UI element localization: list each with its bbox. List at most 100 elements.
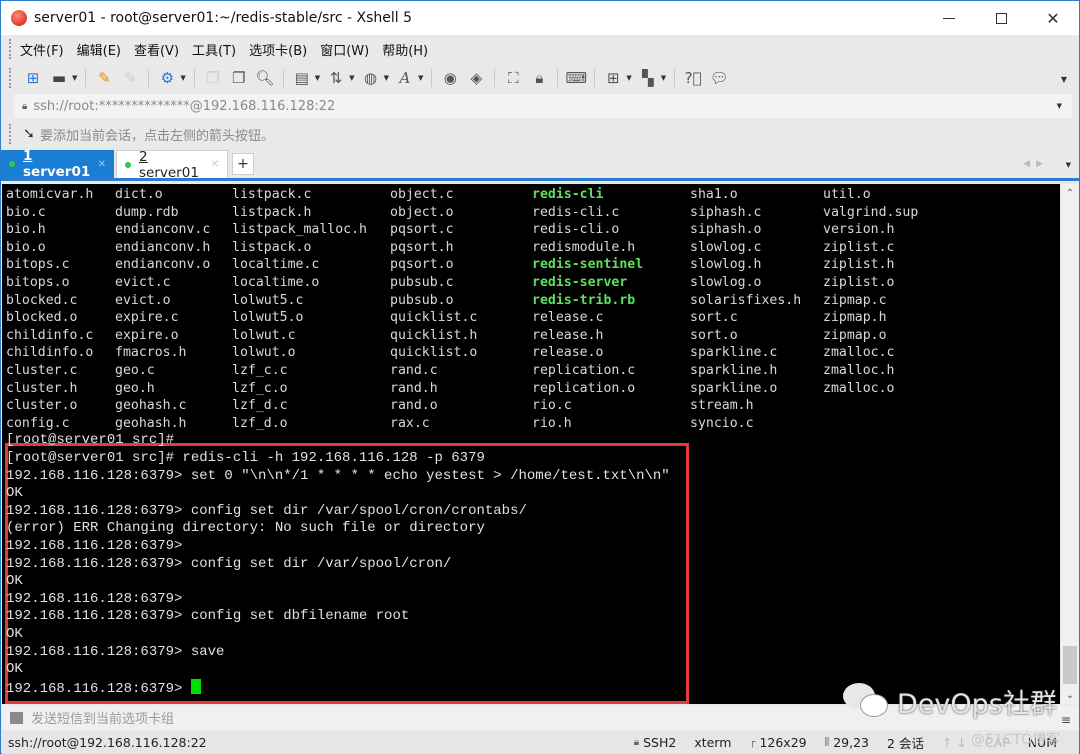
menu-tabs[interactable]: 选项卡(B) (249, 38, 307, 61)
tab-list-dropdown-icon[interactable]: ▼ (1066, 161, 1071, 169)
menu-view[interactable]: 查看(V) (134, 38, 179, 61)
tab-group-dropdown-icon[interactable]: ▼ (626, 74, 631, 82)
compose-menu-icon[interactable]: ≡ (1061, 713, 1071, 727)
menu-edit[interactable]: 编辑(E) (77, 38, 121, 61)
terminal-output[interactable]: atomicvar.h bio.c bio.h bio.o bitops.c bitops… (2, 184, 1060, 704)
compose-input[interactable]: 发送短信到当前选项卡组 (31, 708, 174, 727)
file-entry: lolwut.o (232, 345, 296, 361)
tab-close-icon[interactable]: ✕ (211, 159, 219, 170)
status-size: ┌ 126x29 (749, 735, 807, 750)
file-entry: ziplist.o (823, 275, 895, 290)
new-session-icon[interactable]: ⊞ (23, 68, 43, 88)
file-entry: release.h (532, 327, 604, 343)
close-button[interactable]: ✕ (1027, 1, 1079, 35)
transfer-dropdown-icon[interactable]: ▼ (349, 74, 354, 82)
fullscreen-icon[interactable]: ⛶ (503, 68, 523, 88)
toolbar-overflow-icon[interactable]: ▼ (1061, 75, 1067, 84)
properties-icon[interactable]: ⚙ (157, 68, 177, 88)
scroll-down-icon[interactable]: ⌄ (1061, 686, 1079, 704)
file-entry: pqsort.c (390, 222, 454, 238)
globe-dropdown-icon[interactable]: ▼ (384, 74, 389, 82)
hintbar-grip[interactable] (9, 124, 12, 144)
terminal-scrollbar[interactable]: ⌃ ⌄ (1061, 184, 1079, 704)
lock-icon: 🔒︎ (22, 100, 28, 112)
scrollbar-thumb[interactable] (1063, 646, 1077, 684)
file-entry: zipmap.c (823, 292, 887, 308)
terminal-line: (error) ERR Changing directory: No such … (6, 520, 485, 537)
file-entry: pqsort.h (390, 239, 454, 255)
file-entry: slowlog.o (690, 275, 762, 290)
xftp-icon[interactable]: ◉ (440, 68, 460, 88)
chat-icon[interactable]: 💬︎ (709, 68, 729, 88)
address-input[interactable]: ssh://root:**************@192.168.116.12… (33, 99, 335, 114)
tab-label: 2 server01 (139, 148, 199, 181)
file-entry: lzf_d.c (232, 398, 288, 414)
print-dropdown-icon[interactable]: ▼ (315, 74, 320, 82)
menu-file[interactable]: 文件(F) (20, 38, 64, 61)
status-protocol: 🔒︎ SSH2 (633, 735, 677, 750)
close-icon: ✕ (1046, 8, 1060, 28)
file-entry: siphash.c (690, 204, 762, 220)
tab-scroll-arrows-icon[interactable]: ◀▶ (1023, 159, 1049, 169)
maximize-icon (995, 12, 1007, 24)
file-entry: rand.o (390, 398, 438, 414)
executable-file: redis-cli (532, 187, 604, 202)
transfer-icon[interactable]: ⇅ (326, 68, 346, 88)
window-controls: ✕ (923, 1, 1079, 35)
file-entry: lolwut.c (232, 327, 296, 343)
font-icon[interactable]: A (395, 68, 415, 88)
maximize-button[interactable] (975, 1, 1027, 35)
new-tab-group-icon[interactable]: ⊞ (603, 68, 623, 88)
terminal-line: OK (6, 485, 23, 502)
minimize-icon (943, 17, 955, 19)
xmanager-icon[interactable]: ◈ (466, 68, 486, 88)
open-dropdown-icon[interactable]: ▼ (72, 74, 77, 82)
menu-help[interactable]: 帮助(H) (382, 38, 428, 61)
file-entry: evict.c (115, 275, 171, 290)
file-entry: release.c (532, 310, 604, 326)
minimize-button[interactable] (923, 1, 975, 35)
tab-session-1[interactable]: 1 server01 ✕ (1, 148, 114, 180)
find-icon[interactable]: 🔍︎ (255, 68, 275, 88)
address-bar[interactable]: 🔒︎ ssh://root:**************@192.168.116… (14, 94, 1072, 118)
paste-icon[interactable]: ❐ (229, 68, 249, 88)
copy-icon[interactable]: ❐ (203, 68, 223, 88)
toolbar-grip[interactable] (9, 68, 12, 88)
open-folder-icon[interactable]: ▬ (49, 68, 69, 88)
file-entry: listpack_malloc.h (232, 222, 367, 238)
add-session-arrow-icon[interactable]: ➘ (20, 125, 38, 143)
scroll-up-icon[interactable]: ⌃ (1061, 184, 1079, 202)
file-entry: listpack.h (232, 204, 312, 220)
menubar-grip[interactable] (9, 39, 12, 59)
lock-icon[interactable]: 🔒︎ (529, 68, 549, 88)
properties-dropdown-icon[interactable]: ▼ (180, 74, 185, 82)
file-entry: lzf_c.c (232, 363, 288, 378)
file-entry: childinfo.c (6, 327, 94, 343)
compose-terminal-icon (10, 711, 23, 724)
menu-tools[interactable]: 工具(T) (192, 38, 236, 61)
terminal-line: 192.168.116.128:6379> config set dir /va… (6, 555, 452, 572)
new-tab-button[interactable]: + (232, 153, 254, 175)
disconnect-icon[interactable]: ✎ (120, 68, 140, 88)
tab-close-icon[interactable]: ✕ (98, 159, 106, 170)
tab-session-2[interactable]: 2 server01 ✕ (116, 148, 228, 181)
connect-icon[interactable]: ✎ (94, 68, 114, 88)
help-icon[interactable]: ?⃝ (683, 68, 703, 88)
layout-dropdown-icon[interactable]: ▼ (661, 74, 666, 82)
file-entry: evict.o (115, 292, 171, 308)
keyboard-icon[interactable]: ⌨ (566, 68, 588, 88)
address-dropdown-icon[interactable]: ▼ (1057, 102, 1062, 110)
layout-icon[interactable]: ▚ (638, 68, 658, 88)
file-entry: sort.o (690, 327, 738, 343)
globe-icon[interactable]: ◍ (361, 68, 381, 88)
terminal-line: 192.168.116.128:6379> set 0 "\n\n*/1 * *… (6, 467, 670, 484)
connected-status-icon (125, 161, 131, 168)
file-entry: atomicvar.h (6, 187, 94, 202)
font-dropdown-icon[interactable]: ▼ (418, 74, 423, 82)
file-entry: version.h (823, 222, 895, 238)
executable-file: redis-trib.rb (532, 292, 636, 308)
print-icon[interactable]: ▤ (292, 68, 312, 88)
file-entry: rax.c (390, 415, 430, 431)
menu-window[interactable]: 窗口(W) (320, 38, 369, 61)
file-entry: redis-cli.c (532, 204, 620, 220)
